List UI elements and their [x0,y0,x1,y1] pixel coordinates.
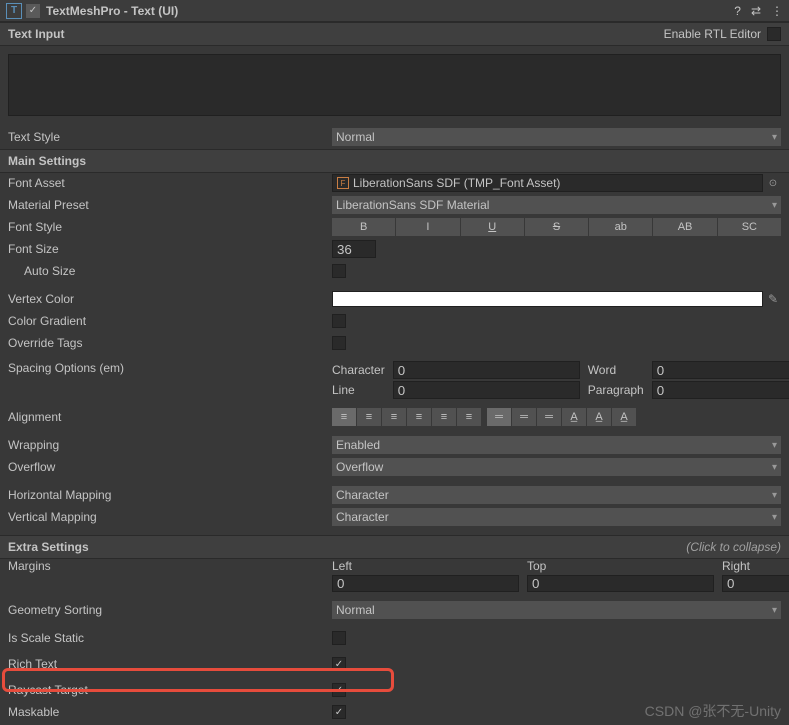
section-extra-settings[interactable]: Extra Settings (Click to collapse) [0,535,789,559]
preset-icon[interactable]: ⇄ [751,4,761,18]
margin-left-label: Left [332,559,519,573]
spacing-paragraph-input[interactable] [652,381,789,399]
font-style-lowercase[interactable]: ab [589,218,652,236]
margin-right-input[interactable] [722,575,789,592]
font-style-strike[interactable]: S [525,218,588,236]
override-tags-label: Override Tags [8,336,332,350]
wrapping-label: Wrapping [8,438,332,452]
rtl-checkbox[interactable] [767,27,781,41]
font-style-label: Font Style [8,220,332,234]
rtl-label: Enable RTL Editor [664,27,761,41]
align-h-flush[interactable]: ≡ [432,408,456,426]
material-preset-dropdown[interactable]: LiberationSans SDF Material [332,196,781,214]
font-asset-label: Font Asset [8,176,332,190]
font-size-input[interactable] [332,240,376,258]
align-v-middle[interactable]: ═ [512,408,536,426]
align-v-capline[interactable]: A̲ [612,408,636,426]
rich-text-label: Rich Text [8,657,332,671]
scale-static-checkbox[interactable] [332,631,346,645]
align-h-left[interactable]: ≡ [332,408,356,426]
align-v-midline[interactable]: A̲ [587,408,611,426]
vertex-color-swatch[interactable] [332,291,763,307]
v-mapping-label: Vertical Mapping [8,510,332,524]
font-size-label: Font Size [8,242,332,256]
font-style-smallcaps[interactable]: SC [718,218,781,236]
component-title: TextMeshPro - Text (UI) [46,4,734,18]
raycast-target-label: Raycast Target [8,683,332,697]
section-text-input[interactable]: Text Input Enable RTL Editor [0,22,789,46]
vertex-color-label: Vertex Color [8,292,332,306]
font-style-underline[interactable]: U [461,218,524,236]
margin-left-input[interactable] [332,575,519,592]
align-v-top[interactable]: ═ [487,408,511,426]
auto-size-checkbox[interactable] [332,264,346,278]
align-h-justify[interactable]: ≡ [407,408,431,426]
spacing-line-input[interactable] [393,381,580,399]
align-h-center[interactable]: ≡ [357,408,381,426]
v-mapping-dropdown[interactable]: Character [332,508,781,526]
color-gradient-checkbox[interactable] [332,314,346,328]
margin-top-label: Top [527,559,714,573]
align-h-right[interactable]: ≡ [382,408,406,426]
margin-right-label: Right [722,559,789,573]
maskable-checkbox[interactable]: ✓ [332,705,346,719]
maskable-label: Maskable [8,705,332,719]
overflow-label: Overflow [8,460,332,474]
spacing-character-label: Character [332,363,385,377]
text-input-area[interactable] [8,54,781,116]
h-mapping-label: Horizontal Mapping [8,488,332,502]
section-title: Extra Settings [8,540,89,554]
font-style-bold[interactable]: B [332,218,395,236]
component-header: T ✓ TextMeshPro - Text (UI) ? ⇄ ⋮ [0,0,789,22]
component-icon: T [6,3,22,19]
rich-text-checkbox[interactable]: ✓ [332,657,346,671]
spacing-label: Spacing Options (em) [8,361,332,375]
geometry-sorting-dropdown[interactable]: Normal [332,601,781,619]
help-icon[interactable]: ? [734,4,741,18]
overflow-dropdown[interactable]: Overflow [332,458,781,476]
spacing-line-label: Line [332,383,385,397]
spacing-word-input[interactable] [652,361,789,379]
spacing-character-input[interactable] [393,361,580,379]
color-gradient-label: Color Gradient [8,314,332,328]
section-main-settings[interactable]: Main Settings [0,149,789,173]
font-style-italic[interactable]: I [396,218,459,236]
menu-icon[interactable]: ⋮ [771,4,783,18]
font-asset-field[interactable]: F LiberationSans SDF (TMP_Font Asset) [332,174,763,192]
align-h-geometry[interactable]: ≡ [457,408,481,426]
margins-label: Margins [8,559,332,573]
section-title: Main Settings [8,154,86,168]
text-style-label: Text Style [8,130,332,144]
font-asset-icon: F [337,177,349,189]
eyedropper-icon[interactable]: ✎ [765,291,781,307]
section-title: Text Input [8,27,64,41]
collapse-hint: (Click to collapse) [686,540,781,554]
font-style-uppercase[interactable]: AB [653,218,716,236]
align-v-bottom[interactable]: ═ [537,408,561,426]
component-enabled-checkbox[interactable]: ✓ [26,4,40,18]
spacing-paragraph-label: Paragraph [588,383,644,397]
align-v-baseline[interactable]: A̲ [562,408,586,426]
margin-top-input[interactable] [527,575,714,592]
raycast-target-checkbox[interactable]: ✓ [332,683,346,697]
font-style-group: B I U S ab AB SC [332,218,781,236]
override-tags-checkbox[interactable] [332,336,346,350]
auto-size-label: Auto Size [8,264,332,278]
alignment-label: Alignment [8,410,332,424]
text-style-dropdown[interactable]: Normal [332,128,781,146]
object-picker-icon[interactable]: ⊙ [765,175,781,191]
material-preset-label: Material Preset [8,198,332,212]
spacing-word-label: Word [588,363,644,377]
h-mapping-dropdown[interactable]: Character [332,486,781,504]
scale-static-label: Is Scale Static [8,631,332,645]
wrapping-dropdown[interactable]: Enabled [332,436,781,454]
geometry-sorting-label: Geometry Sorting [8,603,332,617]
